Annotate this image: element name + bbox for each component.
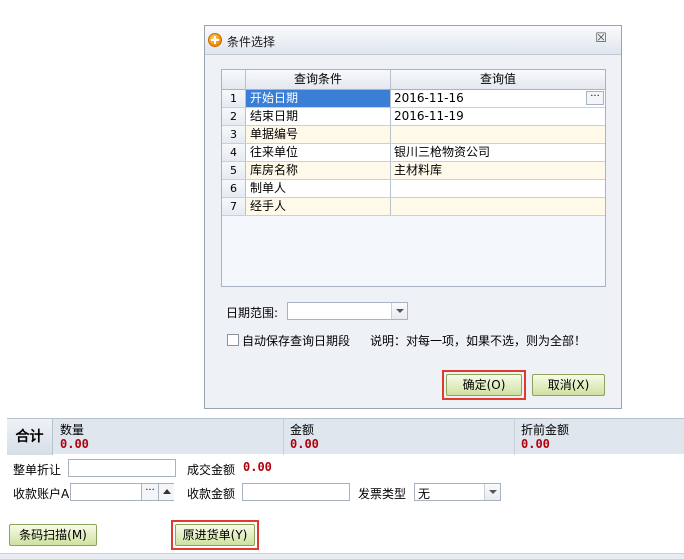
date-range-select[interactable] [287,302,408,320]
chevron-up-icon[interactable] [158,484,174,500]
condition-name[interactable]: 制单人 [246,180,391,197]
amount-title: 金额 [290,423,315,437]
grid-header: 查询条件 查询值 [222,70,605,90]
discount-label: 整单折让 [13,463,62,477]
date-range-label: 日期范围: [226,306,279,320]
condition-value[interactable] [391,180,605,197]
pre-discount-value: 0.00 [521,437,550,451]
account-input[interactable]: ··· [70,483,174,501]
condition-name[interactable]: 单据编号 [246,126,391,143]
row-number: 4 [222,144,246,161]
chevron-down-icon[interactable] [391,303,407,319]
discount-input[interactable] [68,459,176,477]
cancel-button[interactable]: 取消(X) [532,374,605,396]
ellipsis-button[interactable]: ··· [586,91,604,105]
condition-value[interactable]: 2016-11-16 ··· [391,90,605,107]
quantity-title: 数量 [60,423,85,437]
invoice-type-label: 发票类型 [358,487,407,501]
table-row[interactable]: 6 制单人 [222,180,605,198]
condition-value[interactable] [391,198,605,215]
condition-value[interactable]: 银川三枪物资公司 [391,144,605,161]
dialog-title: 条件选择 [227,35,276,49]
table-row[interactable]: 7 经手人 [222,198,605,216]
condition-name[interactable]: 经手人 [246,198,391,215]
barcode-scan-button[interactable]: 条码扫描(M) [9,524,97,546]
totals-divider [514,419,515,455]
row-number: 3 [222,126,246,143]
amount-value: 0.00 [290,437,319,451]
condition-name[interactable]: 库房名称 [246,162,391,179]
pre-discount-title: 折前金额 [521,423,570,437]
row-number-header [222,70,246,89]
condition-name[interactable]: 往来单位 [246,144,391,161]
quantity-value: 0.00 [60,437,89,451]
received-input[interactable] [242,483,350,501]
row-number: 7 [222,198,246,215]
table-row[interactable]: 5 库房名称 主材料库 [222,162,605,180]
received-label: 收款金额 [187,487,236,501]
ok-button[interactable]: 确定(O) [446,374,522,396]
row-number: 1 [222,90,246,107]
header-condition[interactable]: 查询条件 [246,70,391,89]
original-purchase-button[interactable]: 原进货单(Y) [175,524,255,546]
table-row[interactable]: 1 开始日期 2016-11-16 ··· [222,90,605,108]
chevron-down-icon[interactable] [484,484,500,500]
deal-amount-label: 成交金额 [187,463,236,477]
condition-value[interactable]: 主材料库 [391,162,605,179]
condition-name[interactable]: 开始日期 [246,90,391,107]
header-value[interactable]: 查询值 [391,70,605,89]
condition-value[interactable]: 2016-11-19 [391,108,605,125]
table-row[interactable]: 4 往来单位 银川三枪物资公司 [222,144,605,162]
autosave-label[interactable]: 自动保存查询日期段 [242,332,350,349]
table-row[interactable]: 2 结束日期 2016-11-19 [222,108,605,126]
row-number: 5 [222,162,246,179]
account-label: 收款账户A [13,487,70,501]
condition-grid: 查询条件 查询值 1 开始日期 2016-11-16 ··· 2 结束日期 20… [221,69,606,287]
status-strip [0,553,684,559]
invoice-type-value: 无 [418,487,431,501]
row-number: 6 [222,180,246,197]
condition-value-text: 2016-11-16 [394,91,464,105]
ellipsis-button[interactable]: ··· [141,484,158,500]
close-icon[interactable]: ☒ [594,32,608,46]
dialog-title-bar[interactable]: 条件选择 ☒ [205,26,621,55]
app-plus-icon [208,33,222,47]
table-row[interactable]: 3 单据编号 [222,126,605,144]
totals-divider [283,419,284,455]
autosave-checkbox[interactable] [227,334,239,346]
row-number: 2 [222,108,246,125]
totals-label: 合计 [7,419,53,455]
totals-bar: 合计 数量 0.00 金额 0.00 折前金额 0.00 [7,418,684,455]
hint-text: 说明：对每一项，如果不选，则为全部！ [370,334,587,348]
condition-dialog: 条件选择 ☒ 查询条件 查询值 1 开始日期 2016-11-16 ··· 2 … [204,25,622,409]
condition-value[interactable] [391,126,605,143]
invoice-type-select[interactable]: 无 [414,483,501,501]
condition-name[interactable]: 结束日期 [246,108,391,125]
deal-amount-value: 0.00 [243,460,272,474]
